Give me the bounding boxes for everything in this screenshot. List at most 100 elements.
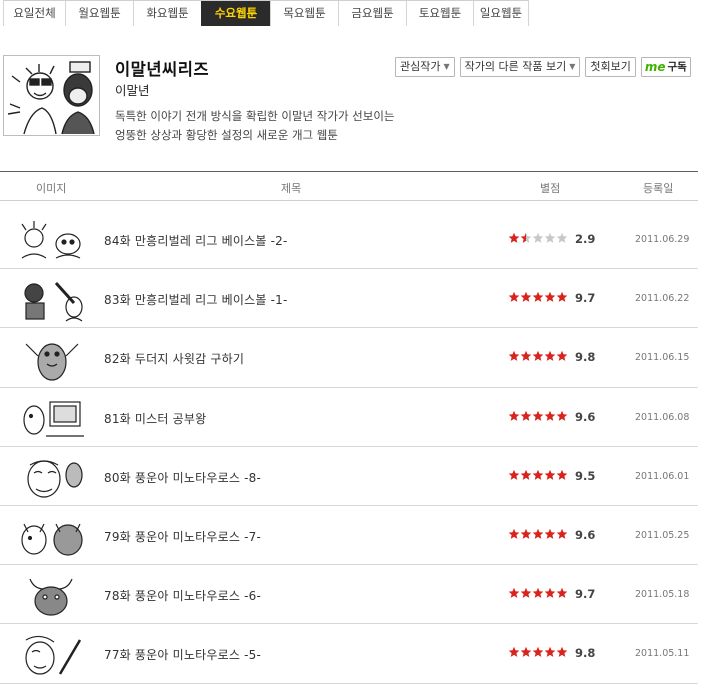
star-icon [544, 232, 556, 244]
star-icon [544, 469, 556, 481]
first-episode-label: 첫회보기 [590, 60, 631, 73]
episode-thumbnail[interactable] [16, 514, 87, 559]
tab-saturday[interactable]: 토요웹툰 [406, 1, 473, 26]
star-rating [508, 469, 568, 481]
star-rating [508, 291, 568, 303]
episode-date: 2011.06.22 [635, 293, 690, 305]
star-icon [508, 587, 520, 599]
star-icon [520, 646, 532, 658]
episode-thumbnail[interactable] [16, 277, 87, 322]
column-date: 등록일 [643, 182, 674, 195]
day-tabs: 요일전체 월요웹툰 화요웹툰 수요웹툰 목요웹툰 금요웹툰 토요웹툰 일요웹툰 [3, 0, 529, 26]
star-rating [508, 410, 568, 422]
star-icon [508, 646, 520, 658]
rating-score: 9.6 [575, 409, 596, 424]
star-icon [532, 410, 544, 422]
episode-row[interactable]: 82화 두더지 사윗감 구하기 9.8 2011.06.15 [0, 328, 698, 388]
episode-date: 2011.05.11 [635, 648, 690, 660]
episode-title[interactable]: 84화 만흥리벌레 리그 베이스볼 -2- [104, 232, 288, 249]
star-icon [544, 410, 556, 422]
episode-title[interactable]: 80화 풍운아 미노타우로스 -8- [104, 469, 261, 486]
favorite-author-label: 관심작가 [400, 60, 441, 73]
series-description: 독특한 이야기 전개 방식을 확립한 이말년 작가가 선보이는 엉뚱한 상상과 … [115, 107, 395, 145]
other-works-label: 작가의 다른 작품 보기 [464, 60, 567, 73]
column-image: 이미지 [36, 182, 67, 195]
star-icon [520, 528, 532, 540]
tab-friday[interactable]: 금요웹툰 [338, 1, 406, 26]
star-icon [520, 350, 532, 362]
star-icon [532, 232, 544, 244]
tab-monday[interactable]: 월요웹툰 [65, 1, 133, 26]
episode-date: 2011.05.18 [635, 589, 690, 601]
star-icon [508, 528, 520, 540]
first-episode-button[interactable]: 첫회보기 [585, 57, 636, 77]
star-icon [556, 291, 568, 303]
other-works-button[interactable]: 작가의 다른 작품 보기 ▼ [459, 57, 581, 77]
episode-row[interactable]: 84화 만흥리벌레 리그 베이스볼 -2- 2.9 2011.06.29 [0, 210, 698, 270]
episode-date: 2011.05.25 [635, 529, 690, 541]
series-author[interactable]: 이말년 [115, 80, 150, 99]
chevron-down-icon: ▼ [443, 62, 450, 71]
series-title: 이말년씨리즈 [115, 60, 210, 79]
star-icon [520, 587, 532, 599]
rating-score: 2.9 [575, 232, 596, 246]
star-icon [556, 587, 568, 599]
rating-score: 9.8 [575, 646, 596, 661]
episode-title[interactable]: 78화 풍운아 미노타우로스 -6- [104, 587, 261, 604]
star-rating [508, 232, 568, 244]
series-thumbnail-art [7, 61, 95, 135]
star-icon [532, 291, 544, 303]
rating-score: 9.7 [575, 587, 596, 602]
episode-row[interactable]: 77화 풍운아 미노타우로스 -5- 9.8 2011.05.11 [0, 624, 698, 684]
episode-title[interactable]: 77화 풍운아 미노타우로스 -5- [104, 646, 261, 663]
favorite-author-button[interactable]: 관심작가 ▼ [395, 57, 455, 77]
episode-row[interactable]: 79화 풍운아 미노타우로스 -7- 9.6 2011.05.25 [0, 506, 698, 566]
episode-thumbnail[interactable] [16, 455, 87, 500]
tab-tuesday[interactable]: 화요웹툰 [133, 1, 201, 26]
column-title: 제목 [281, 182, 302, 195]
episode-title[interactable]: 79화 풍운아 미노타우로스 -7- [104, 528, 261, 545]
star-icon [508, 469, 520, 481]
star-icon [508, 232, 520, 244]
episode-thumbnail[interactable] [16, 336, 87, 381]
description-line-2: 엉뚱한 상상과 황당한 설정의 새로운 개그 웹툰 [115, 128, 338, 142]
star-icon [556, 350, 568, 362]
star-icon [544, 646, 556, 658]
star-icon [556, 410, 568, 422]
star-icon [520, 232, 532, 244]
episode-thumbnail[interactable] [16, 396, 87, 441]
star-icon [544, 350, 556, 362]
star-icon [532, 469, 544, 481]
episode-row[interactable]: 83화 만흥리벌레 리그 베이스볼 -1- 9.7 2011.06.22 [0, 269, 698, 329]
star-icon [520, 469, 532, 481]
star-rating [508, 528, 568, 540]
series-thumbnail[interactable] [3, 55, 100, 136]
episode-row[interactable]: 81화 미스터 공부왕 9.6 2011.06.08 [0, 388, 698, 447]
episode-row[interactable]: 78화 풍운아 미노타우로스 -6- 9.7 2011.05.18 [0, 565, 698, 625]
star-rating [508, 350, 568, 362]
episode-thumbnail[interactable] [16, 632, 87, 677]
subscribe-label: 구독 [667, 61, 687, 73]
episode-thumbnail[interactable] [16, 573, 87, 618]
episode-title[interactable]: 81화 미스터 공부왕 [104, 410, 206, 427]
tab-thursday[interactable]: 목요웹툰 [270, 1, 338, 26]
episode-row[interactable]: 80화 풍운아 미노타우로스 -8- 9.5 2011.06.01 [0, 447, 698, 506]
tab-all[interactable]: 요일전체 [3, 1, 65, 26]
episode-title[interactable]: 83화 만흥리벌레 리그 베이스볼 -1- [104, 291, 288, 308]
episode-title[interactable]: 82화 두더지 사윗감 구하기 [104, 350, 244, 367]
star-icon [556, 646, 568, 658]
rating-score: 9.7 [575, 291, 596, 306]
column-rating: 별점 [540, 182, 561, 195]
chevron-down-icon: ▼ [569, 62, 576, 71]
me-subscribe-button[interactable]: me 구독 [640, 57, 691, 77]
star-icon [532, 350, 544, 362]
episode-thumbnail[interactable] [16, 218, 87, 263]
star-icon [520, 291, 532, 303]
star-icon [532, 528, 544, 540]
star-icon [544, 291, 556, 303]
tab-sunday[interactable]: 일요웹툰 [473, 1, 529, 26]
star-icon [508, 350, 520, 362]
episode-date: 2011.06.15 [635, 352, 690, 364]
star-icon [544, 528, 556, 540]
tab-wednesday[interactable]: 수요웹툰 [201, 1, 270, 26]
